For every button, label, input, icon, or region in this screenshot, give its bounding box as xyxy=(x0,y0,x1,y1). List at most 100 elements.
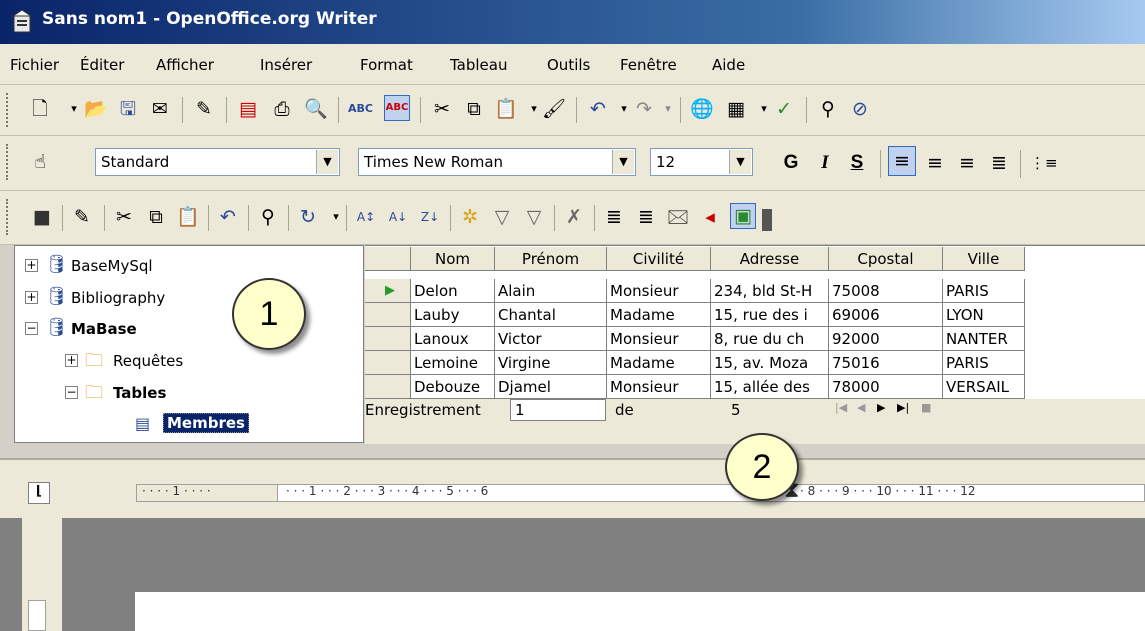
column-header-civilite[interactable]: Civilité xyxy=(607,247,711,271)
align-center-icon[interactable]: ≡ xyxy=(922,149,948,177)
toolbar-overflow-icon[interactable] xyxy=(762,209,772,231)
column-header-prenom[interactable]: Prénom xyxy=(495,247,607,271)
save-icon[interactable]: 🖫 xyxy=(116,97,140,121)
page-preview-icon[interactable]: 🔍 xyxy=(304,97,328,121)
table-cell[interactable]: 78000 xyxy=(829,375,943,399)
align-left-icon[interactable]: ≡ xyxy=(888,146,916,176)
toolbar-grip[interactable] xyxy=(6,144,11,180)
styles-formatting-icon[interactable]: ☝ xyxy=(28,150,52,174)
toolbar-grip[interactable] xyxy=(6,199,11,235)
paste-icon[interactable]: 📋 xyxy=(176,205,200,229)
redo-icon[interactable]: ↷ xyxy=(632,97,656,121)
new-record-icon[interactable]: ■ xyxy=(921,401,931,414)
align-right-icon[interactable]: ≡ xyxy=(954,149,980,177)
show-draw-functions-icon[interactable]: ✓ xyxy=(772,97,796,121)
cut-icon[interactable]: ✂ xyxy=(430,97,454,121)
first-record-icon[interactable]: |◀ xyxy=(835,401,847,414)
table-cell[interactable]: Virgine xyxy=(495,351,607,375)
clone-formatting-icon[interactable]: 🖌 xyxy=(542,97,566,121)
sort-ascending-icon[interactable]: A↓ xyxy=(386,205,410,229)
refresh-dropdown-icon[interactable]: ▾ xyxy=(324,205,348,229)
export-pdf-icon[interactable]: ▤ xyxy=(236,97,260,121)
table-cell[interactable]: PARIS xyxy=(943,351,1025,375)
table-cell[interactable]: Lanoux xyxy=(411,327,495,351)
data-to-text-icon[interactable]: ≣ xyxy=(602,205,626,229)
data-to-fields-icon[interactable]: ≣ xyxy=(634,205,658,229)
table-cell[interactable]: Monsieur xyxy=(607,327,711,351)
table-cell[interactable]: Madame xyxy=(607,303,711,327)
previous-record-icon[interactable]: ◀ xyxy=(857,401,865,414)
menu-fenetre[interactable]: Fenêtre xyxy=(620,56,677,74)
table-cell[interactable]: LYON xyxy=(943,303,1025,327)
table-cell[interactable]: Delon xyxy=(411,279,495,303)
toolbar-grip[interactable] xyxy=(6,93,11,127)
sort-descending-icon[interactable]: Z↓ xyxy=(418,205,442,229)
menu-afficher[interactable]: Afficher xyxy=(156,56,214,74)
current-record-field[interactable]: 1 xyxy=(510,399,606,421)
print-icon[interactable]: ⎙ xyxy=(270,97,294,121)
menu-outils[interactable]: Outils xyxy=(547,56,590,74)
table-cell[interactable]: 15, rue des i xyxy=(711,303,829,327)
copy-icon[interactable]: ⧉ xyxy=(144,205,168,229)
horizontal-ruler[interactable]: ⌊ · · · · 1 · · · · · · · 1 · · · 2 · · … xyxy=(0,458,1145,520)
tab-stop-icon[interactable]: ⌊ xyxy=(28,482,50,504)
table-cell[interactable]: 69006 xyxy=(829,303,943,327)
menu-editer[interactable]: Éditer xyxy=(80,56,124,74)
row-header[interactable] xyxy=(365,351,411,375)
tree-item-requetes[interactable]: Requêtes xyxy=(113,352,183,370)
column-header-ville[interactable]: Ville xyxy=(943,247,1025,271)
tree-item-tables[interactable]: Tables xyxy=(113,384,166,402)
auto-spellcheck-icon[interactable]: ABC xyxy=(384,95,410,121)
menu-aide[interactable]: Aide xyxy=(712,56,745,74)
undo-icon[interactable]: ↶ xyxy=(216,205,240,229)
find-replace-icon[interactable]: ⚲ xyxy=(816,97,840,121)
edit-file-icon[interactable]: ✎ xyxy=(192,97,216,121)
sort-icon[interactable]: A↕ xyxy=(354,205,378,229)
font-size-combo[interactable]: 12 ▼ xyxy=(650,148,753,176)
table-icon[interactable]: ▦ xyxy=(724,97,748,121)
tree-item-membres[interactable]: Membres xyxy=(163,413,249,433)
new-dropdown-icon[interactable]: ▾ xyxy=(62,97,86,121)
menu-fichier[interactable]: Fichier xyxy=(10,56,59,74)
find-record-icon[interactable]: ⚲ xyxy=(256,205,280,229)
chevron-down-icon[interactable]: ▼ xyxy=(729,150,751,174)
menu-tableau[interactable]: Tableau xyxy=(450,56,508,74)
filter-icon[interactable]: ▽ xyxy=(490,205,514,229)
autofilter-icon[interactable]: ✲ xyxy=(458,205,482,229)
last-record-icon[interactable]: ▶| xyxy=(897,401,909,414)
table-cell[interactable]: Victor xyxy=(495,327,607,351)
font-name-combo[interactable]: Times New Roman ▼ xyxy=(358,148,636,176)
tree-item-bibliography[interactable]: Bibliography xyxy=(71,289,165,307)
save-record-icon[interactable]: ■ xyxy=(30,205,54,229)
menu-format[interactable]: Format xyxy=(360,56,413,74)
paragraph-style-combo[interactable]: Standard ▼ xyxy=(95,148,340,176)
table-cell[interactable]: VERSAIL xyxy=(943,375,1025,399)
collapse-icon[interactable]: − xyxy=(65,386,78,399)
table-cell[interactable]: 15, av. Moza xyxy=(711,351,829,375)
underline-button[interactable]: S xyxy=(844,149,870,177)
copy-icon[interactable]: ⧉ xyxy=(462,97,486,121)
table-cell[interactable]: PARIS xyxy=(943,279,1025,303)
open-folder-icon[interactable]: 📂 xyxy=(84,97,108,121)
chevron-down-icon[interactable]: ▼ xyxy=(612,150,634,174)
table-cell[interactable]: Chantal xyxy=(495,303,607,327)
edit-data-icon[interactable]: ✎ xyxy=(70,205,94,229)
collapse-icon[interactable]: − xyxy=(25,322,38,335)
menu-inserer[interactable]: Insérer xyxy=(260,56,312,74)
table-cell[interactable]: 15, allée des xyxy=(711,375,829,399)
data-source-current-doc-icon[interactable]: ◂ xyxy=(698,205,722,229)
bold-button[interactable]: G xyxy=(778,149,804,177)
table-cell[interactable]: 75016 xyxy=(829,351,943,375)
table-cell[interactable]: Lemoine xyxy=(411,351,495,375)
column-header-cpostal[interactable]: Cpostal xyxy=(829,247,943,271)
remove-filter-icon[interactable]: ✗ xyxy=(562,205,586,229)
new-document-icon[interactable]: 🗋 xyxy=(28,97,52,121)
table-cell[interactable]: Debouze xyxy=(411,375,495,399)
tree-item-basemysql[interactable]: BaseMySql xyxy=(71,257,153,275)
expand-icon[interactable]: + xyxy=(25,291,38,304)
explorer-on-off-icon[interactable]: ▣ xyxy=(730,203,756,229)
table-cell[interactable]: Alain xyxy=(495,279,607,303)
navigator-icon[interactable]: ⊘ xyxy=(848,97,872,121)
table-cell[interactable]: Lauby xyxy=(411,303,495,327)
next-record-icon[interactable]: ▶ xyxy=(877,401,885,414)
